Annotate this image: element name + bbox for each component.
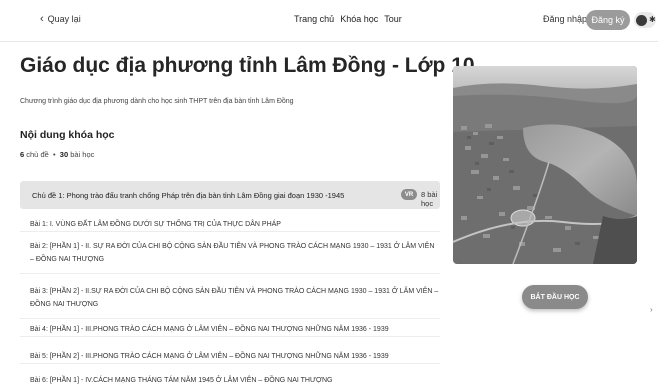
start-learning-button[interactable]: BẮT ĐẦU HỌC	[522, 285, 588, 309]
back-label: Quay lại	[47, 14, 81, 24]
register-button[interactable]: Đăng ký	[586, 10, 630, 30]
page-title: Giáo dục địa phương tỉnh Lâm Đồng - Lớp …	[20, 54, 475, 77]
lesson-item[interactable]: Bài 5: [PHẦN 2] - III.PHONG TRÀO CÁCH MẠ…	[20, 350, 440, 364]
topics-count: 6	[20, 150, 25, 159]
nav-courses[interactable]: Khóa học	[340, 14, 378, 24]
city-lake-aerial-photo	[453, 66, 637, 264]
lessons-count: 30	[59, 150, 69, 159]
moon-icon	[636, 14, 647, 26]
count-separator: •	[52, 150, 56, 159]
course-counts: 6 chủ đề • 30 bài học	[20, 150, 94, 159]
course-description: Chương trình giáo dục địa phương dành ch…	[20, 98, 294, 105]
topics-label: chủ đề	[26, 150, 49, 159]
lesson-item[interactable]: Bài 2: [PHẦN 1] - II. SỰ RA ĐỜI CỦA CHI …	[20, 240, 440, 274]
top-navbar: ‹ Quay lại Trang chủ Khóa học Tour Đăng …	[0, 0, 658, 42]
main-nav: Trang chủ Khóa học Tour	[294, 14, 402, 24]
chevron-right-icon[interactable]: ›	[650, 305, 653, 314]
chapter-title: Chủ đề 1: Phong trào đấu tranh chống Phá…	[32, 190, 345, 200]
back-link[interactable]: ‹ Quay lại	[40, 12, 81, 25]
chevron-left-icon: ‹	[40, 12, 44, 25]
login-link[interactable]: Đăng nhập	[543, 14, 587, 24]
chapter-header[interactable]: Chủ đề 1: Phong trào đấu tranh chống Phá…	[20, 181, 440, 209]
lesson-item[interactable]: Bài 3: [PHẦN 2] - II.SỰ RA ĐỜI CỦA CHI B…	[20, 285, 440, 319]
sun-icon: ✱	[649, 15, 656, 24]
nav-tour[interactable]: Tour	[384, 14, 402, 24]
content-heading: Nội dung khóa học	[20, 129, 115, 141]
chapter-lesson-count: 8 bài học	[421, 190, 438, 208]
theme-toggle[interactable]: ✱	[634, 12, 656, 28]
nav-home[interactable]: Trang chủ	[294, 14, 334, 24]
lessons-label: bài học	[70, 150, 95, 159]
lesson-item[interactable]: Bài 4: [PHẦN 1] - III.PHONG TRÀO CÁCH MẠ…	[20, 323, 440, 337]
course-cover-image	[453, 66, 637, 264]
lesson-item[interactable]: Bài 6: [PHẦN 1] - IV.CÁCH MẠNG THÁNG TÁM…	[20, 374, 440, 387]
vr-badge: VR	[401, 189, 417, 200]
lesson-item[interactable]: Bài 1: I. VÙNG ĐẤT LÂM ĐỒNG DƯỚI SỰ THỐN…	[20, 218, 440, 232]
